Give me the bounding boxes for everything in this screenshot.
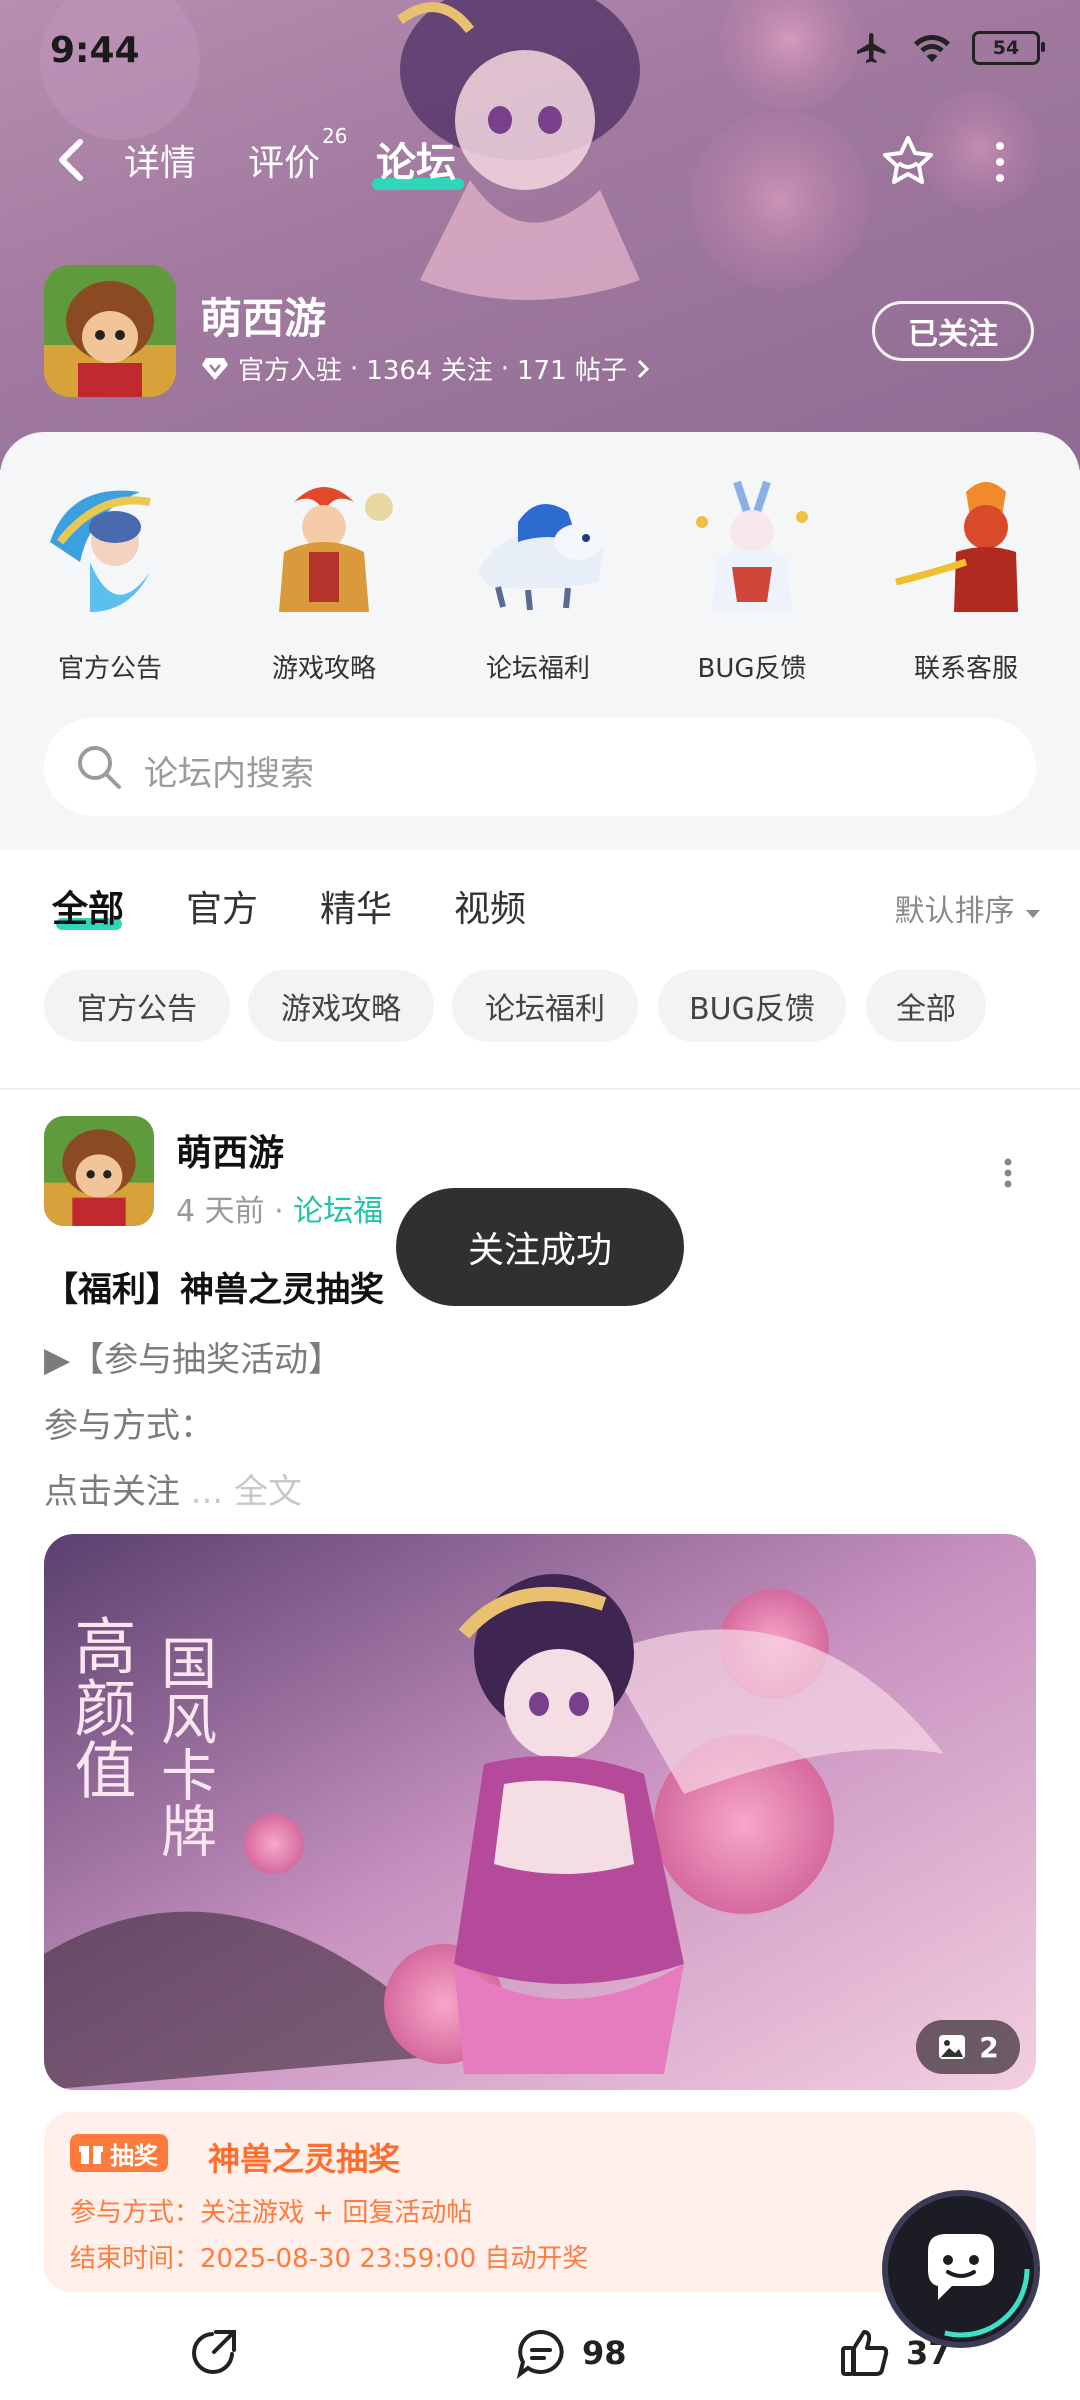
toast-message: 关注成功 [396,1188,684,1306]
lottery-end-time: 结束时间：2025-08-30 23:59:00 自动开奖 [70,2244,589,2274]
followers-count: 1364 关注 [366,356,493,386]
post-title[interactable]: 【福利】神兽之灵抽奖 [44,1262,384,1311]
share-icon [192,2330,236,2374]
category-label: 论坛福利 [485,654,590,684]
comment-icon [516,2329,564,2379]
post-body-line: 点击关注 ... 全文 [44,1464,302,1513]
post-image[interactable]: 高颜值 国风卡牌 [44,1534,1036,2090]
category-label: 官方公告 [57,654,162,684]
category-customer-service[interactable]: 联系客服 [866,472,1066,685]
posts-count: 171 帖子 [516,356,627,386]
filter-tab-official[interactable]: 官方 [186,880,258,932]
filter-tab-all[interactable]: 全部 [52,880,124,932]
caret-down-icon [1026,910,1040,918]
image-text-2: 国风卡牌 [152,1634,217,1858]
status-bar: 9:44 54 [0,0,1080,100]
tab-reviews[interactable]: 评价 [248,134,320,186]
more-options-icon[interactable] [990,140,1010,184]
hero-header: 9:44 54 详情 评价 26 论坛 萌西游 官方入驻 · 1364 关注 ·… [0,0,1080,470]
image-text-1: 高颜值 [64,1614,137,1800]
gift-icon [79,2146,103,2164]
forum-category-panel: 官方公告 游戏攻略 论坛福利 BUG反馈 联系客服 论坛内搜索 [0,432,1080,850]
status-icons: 54 [852,30,1045,66]
follow-button[interactable]: 已关注 [872,301,1034,361]
category-official-announcement[interactable]: 官方公告 [10,472,210,685]
category-label: 联系客服 [913,654,1018,684]
top-nav: 详情 评价 26 论坛 [0,120,1080,200]
chevron-right-icon [637,359,650,378]
post-body-line: 参与方式： [44,1406,214,1446]
image-count-badge: 2 [916,2020,1020,2074]
image-count: 2 [979,2030,999,2064]
back-arrow-icon[interactable] [52,136,92,184]
post-author-name[interactable]: 萌西游 [176,1124,284,1176]
post-time: 4 天前 [176,1194,265,1229]
post-body-line: ▶【参与抽奖活动】 [44,1340,343,1380]
category-chips: 官方公告 游戏攻略 论坛福利 BUG反馈 全部 [0,970,1080,1046]
tab-forum[interactable]: 论坛 [376,130,456,188]
category-label: 游戏攻略 [271,654,376,684]
category-mascot-image [478,504,603,611]
category-mascot-image [279,487,393,612]
game-meta[interactable]: 官方入驻 · 1364 关注 · 171 帖子 [200,350,651,387]
game-name: 萌西游 [200,294,327,343]
category-mascot-image [696,480,808,612]
lottery-badge-text: 抽奖 [110,2141,158,2170]
image-icon [939,2035,966,2059]
category-bug-feedback[interactable]: BUG反馈 [652,472,852,685]
ellipsis: ... [180,1472,235,1512]
game-info-row: 萌西游 官方入驻 · 1364 关注 · 171 帖子 已关注 [0,265,1080,405]
favorite-star-icon[interactable] [878,132,938,192]
thumbs-up-icon [841,2330,889,2376]
lottery-method: 参与方式：关注游戏 + 回复活动帖 [70,2198,473,2228]
post-author-avatar[interactable] [44,1116,154,1226]
meta-separator: · [274,1194,294,1229]
post-category-tag[interactable]: 论坛福 [293,1194,383,1229]
filter-tab-video[interactable]: 视频 [454,880,526,932]
post-meta: 4 天前 · 论坛福 [176,1186,383,1230]
lottery-title: 神兽之灵抽奖 [208,2140,401,2178]
chip-forum-benefits[interactable]: 论坛福利 [452,970,638,1042]
lottery-badge: 抽奖 [70,2134,168,2172]
sort-label: 默认排序 [894,894,1015,929]
chip-official-announcement[interactable]: 官方公告 [44,970,230,1042]
diamond-verified-icon [202,357,228,380]
post-filter-tabs: 全部 官方 精华 视频 默认排序 [0,870,1080,950]
battery-indicator: 54 [972,31,1045,65]
category-forum-benefits[interactable]: 论坛福利 [438,472,638,685]
chip-all[interactable]: 全部 [866,970,986,1042]
airplane-icon [857,33,886,63]
game-icon[interactable] [44,265,176,397]
category-game-guide[interactable]: 游戏攻略 [224,472,424,685]
create-post-fab[interactable] [888,2196,1034,2342]
forum-search-bar[interactable]: 论坛内搜索 [44,718,1036,816]
section-divider [0,1088,1080,1090]
chat-bubble-icon [892,2200,1030,2338]
share-button[interactable] [186,2326,240,2380]
category-label: BUG反馈 [697,654,807,684]
category-mascot-image [895,482,1018,612]
chip-game-guide[interactable]: 游戏攻略 [248,970,434,1042]
meta-separator: · [500,353,509,384]
comment-count: 98 [582,2334,627,2372]
reviews-count-badge: 26 [322,124,348,148]
comment-button[interactable]: 98 [514,2326,627,2380]
status-time: 9:44 [50,30,140,71]
post-more-icon[interactable] [1000,1158,1016,1188]
tab-details[interactable]: 详情 [124,134,196,186]
search-placeholder: 论坛内搜索 [144,754,314,794]
post-body-text: 点击关注 [44,1472,180,1512]
wifi-icon [914,35,950,63]
sort-dropdown[interactable]: 默认排序 [894,886,1042,930]
search-icon [78,746,121,789]
meta-separator: · [350,353,359,384]
filter-tab-featured[interactable]: 精华 [320,880,392,932]
read-more-link[interactable]: 全文 [234,1472,302,1512]
category-mascot-image [50,490,151,612]
chip-bug-feedback[interactable]: BUG反馈 [658,970,846,1042]
verified-label: 官方入驻 [238,356,343,386]
